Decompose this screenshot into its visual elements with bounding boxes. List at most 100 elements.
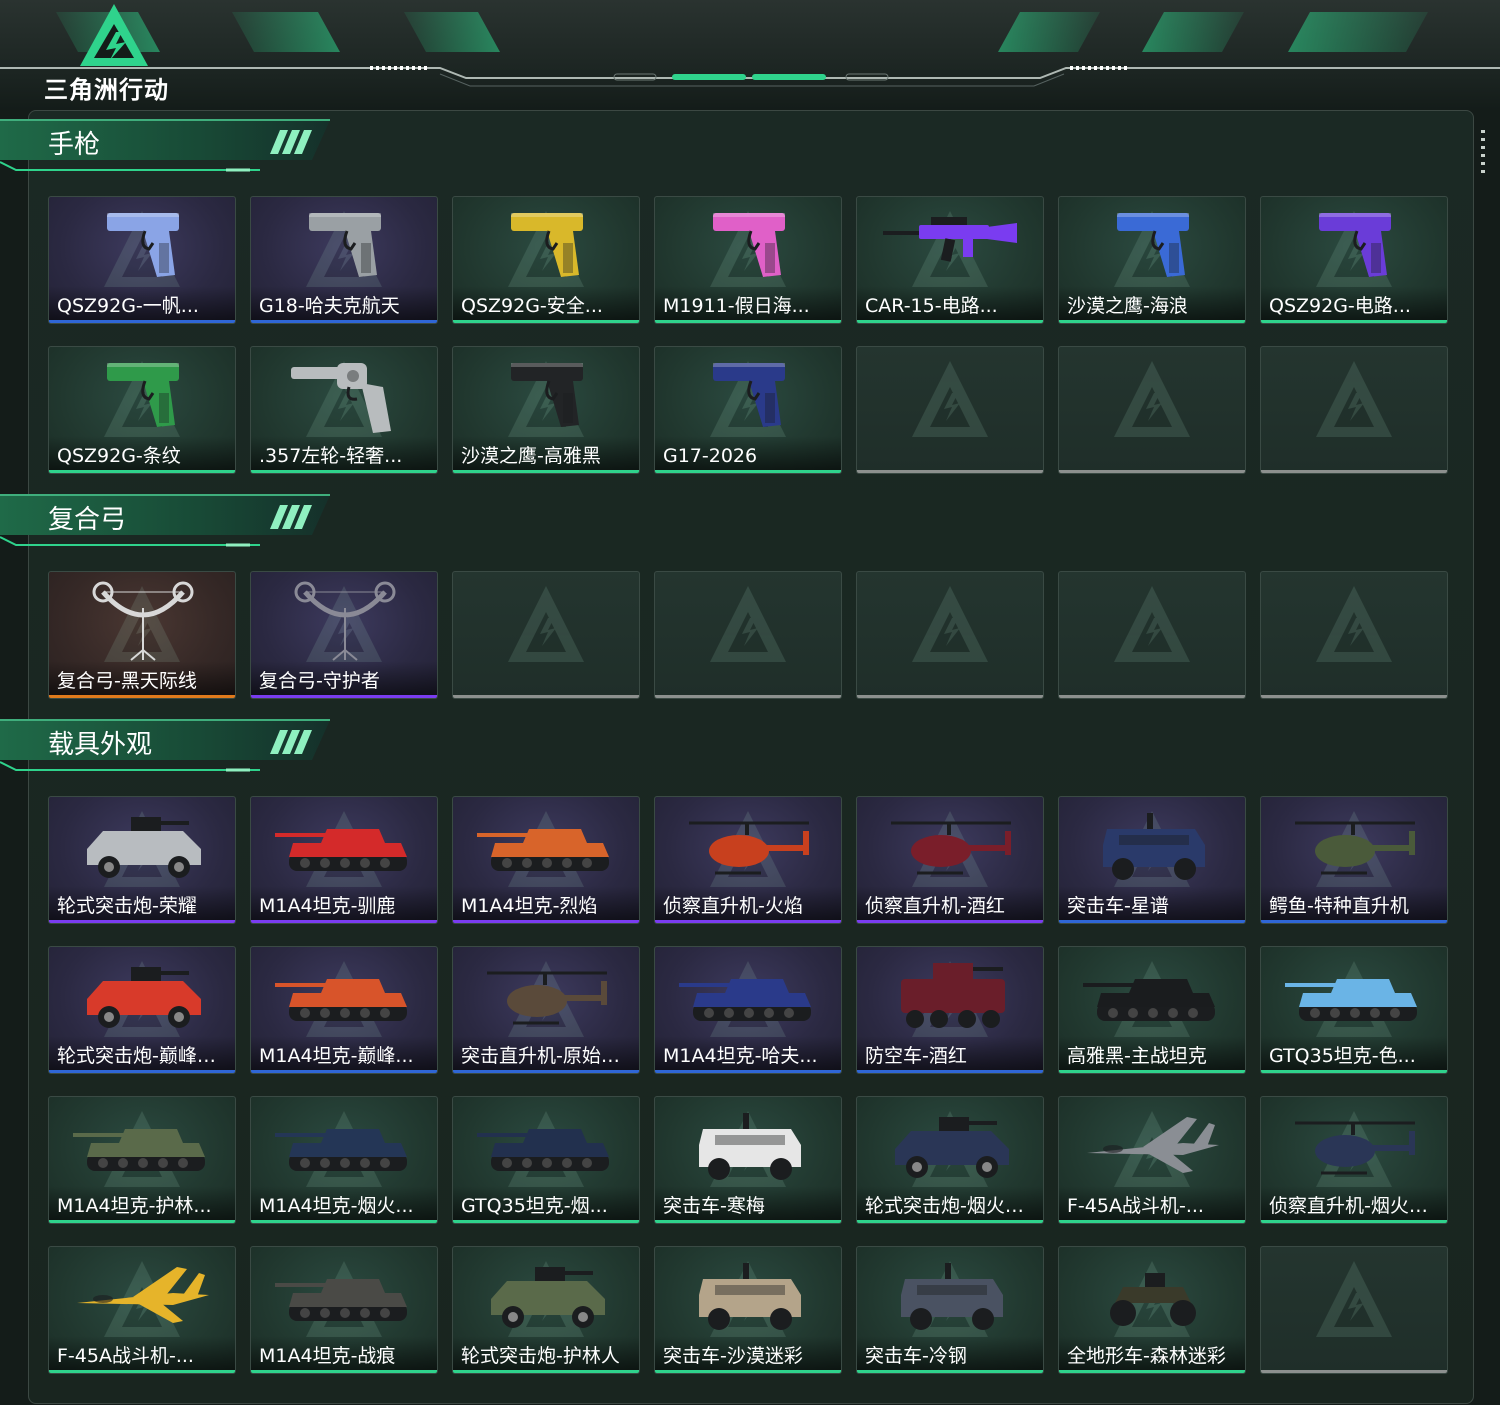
empty-slot[interactable] [1260, 346, 1448, 474]
item-card[interactable]: 复合弓-黑天际线 [48, 571, 236, 699]
empty-slot[interactable] [1058, 346, 1246, 474]
item-name: 突击车-寒梅 [655, 1186, 841, 1220]
item-card[interactable]: 沙漠之鹰-海浪 [1058, 196, 1246, 324]
rarity-bar [1261, 470, 1447, 473]
item-card[interactable]: 突击车-沙漠迷彩 [654, 1246, 842, 1374]
rarity-bar [1059, 320, 1245, 323]
item-name: 轮式突击炮-烟火2... [857, 1186, 1043, 1220]
item-card[interactable]: 防空车-酒红 [856, 946, 1044, 1074]
rarity-bar [1059, 695, 1245, 698]
item-card[interactable]: M1A4坦克-巅峰... [250, 946, 438, 1074]
item-name: 突击直升机-原始伪... [453, 1036, 639, 1070]
item-card[interactable]: 轮式突击炮-烟火2... [856, 1096, 1044, 1224]
pistol-icon [1319, 213, 1391, 277]
rarity-bar [251, 1220, 437, 1223]
item-card[interactable]: 鳄鱼-特种直升机 [1260, 796, 1448, 924]
item-name: 侦察直升机-烟火2... [1261, 1186, 1447, 1220]
item-card[interactable]: G18-哈夫克航天 [250, 196, 438, 324]
item-card[interactable]: CAR-15-电路... [856, 196, 1044, 324]
empty-slot[interactable] [654, 571, 842, 699]
item-card[interactable]: 轮式突击炮-荣耀 [48, 796, 236, 924]
item-name: 高雅黑-主战坦克 [1059, 1036, 1245, 1070]
top-header: 三角洲行动 [0, 0, 1500, 110]
item-name: G17-2026 [655, 436, 841, 470]
item-card[interactable]: 复合弓-守护者 [250, 571, 438, 699]
item-card[interactable]: QSZ92G-安全... [452, 196, 640, 324]
item-card[interactable]: F-45A战斗机-... [48, 1246, 236, 1374]
item-card[interactable]: 高雅黑-主战坦克 [1058, 946, 1246, 1074]
empty-slot[interactable] [1260, 1246, 1448, 1374]
item-card[interactable]: GTQ35坦克-色... [1260, 946, 1448, 1074]
item-name: QSZ92G-安全... [453, 286, 639, 320]
item-name: CAR-15-电路... [857, 286, 1043, 320]
item-card[interactable]: 突击车-冷钢 [856, 1246, 1044, 1374]
item-name: F-45A战斗机-... [49, 1336, 235, 1370]
watermark-logo-icon [1316, 586, 1392, 662]
tank-icon [477, 829, 609, 871]
item-card[interactable]: QSZ92G-一帆... [48, 196, 236, 324]
tank-icon [1083, 979, 1215, 1021]
item-card[interactable]: M1A4坦克-战痕 [250, 1246, 438, 1374]
watermark-logo-icon [912, 361, 988, 437]
pistol-icon [309, 213, 381, 277]
watermark-logo-icon [1316, 1261, 1392, 1337]
item-card[interactable]: 侦察直升机-烟火2... [1260, 1096, 1448, 1224]
rarity-bar [857, 920, 1043, 923]
item-name: QSZ92G-电路... [1261, 286, 1447, 320]
helicopter-icon [1295, 1121, 1415, 1175]
empty-slot[interactable] [1260, 571, 1448, 699]
rarity-bar [453, 1370, 639, 1373]
rarity-bar [453, 1220, 639, 1223]
item-name: M1911-假日海... [655, 286, 841, 320]
item-name: M1A4坦克-战痕 [251, 1336, 437, 1370]
item-card[interactable]: 侦察直升机-酒红 [856, 796, 1044, 924]
item-card[interactable]: M1A4坦克-护林... [48, 1096, 236, 1224]
pistol-icon [511, 363, 583, 427]
item-card[interactable]: QSZ92G-电路... [1260, 196, 1448, 324]
item-card[interactable]: M1A4坦克-烈焰 [452, 796, 640, 924]
scrollbar-handle[interactable] [1481, 130, 1485, 178]
item-card[interactable]: 轮式突击炮-护林人 [452, 1246, 640, 1374]
item-card[interactable]: 全地形车-森林迷彩 [1058, 1246, 1246, 1374]
item-card[interactable]: GTQ35坦克-烟... [452, 1096, 640, 1224]
item-card[interactable]: M1A4坦克-哈夫... [654, 946, 842, 1074]
item-card[interactable]: M1A4坦克-烟火... [250, 1096, 438, 1224]
jet-icon [1087, 1117, 1219, 1173]
rarity-bar [1261, 695, 1447, 698]
item-name: M1A4坦克-巅峰... [251, 1036, 437, 1070]
rarity-bar [857, 695, 1043, 698]
empty-slot[interactable] [452, 571, 640, 699]
item-card[interactable]: 突击车-寒梅 [654, 1096, 842, 1224]
item-card[interactable]: 侦察直升机-火焰 [654, 796, 842, 924]
helicopter-icon [1295, 821, 1415, 875]
item-card[interactable]: 沙漠之鹰-高雅黑 [452, 346, 640, 474]
pistol-icon [107, 363, 179, 427]
item-card[interactable]: 轮式突击炮-巅峰竞... [48, 946, 236, 1074]
item-card[interactable]: .357左轮-轻奢... [250, 346, 438, 474]
section-title: 复合弓 [48, 505, 127, 535]
rarity-bar [1059, 1220, 1245, 1223]
item-card[interactable]: M1A4坦克-驯鹿 [250, 796, 438, 924]
item-card[interactable]: M1911-假日海... [654, 196, 842, 324]
watermark-logo-icon [508, 586, 584, 662]
item-card[interactable]: 突击直升机-原始伪... [452, 946, 640, 1074]
item-card[interactable]: G17-2026 [654, 346, 842, 474]
pistol-icon [511, 213, 583, 277]
rifle-icon [883, 217, 1017, 262]
item-card[interactable]: F-45A战斗机-... [1058, 1096, 1246, 1224]
tank-icon [275, 979, 407, 1021]
item-card[interactable]: QSZ92G-条纹 [48, 346, 236, 474]
bow-icon [92, 581, 194, 661]
item-name: 侦察直升机-酒红 [857, 886, 1043, 920]
rarity-bar [1059, 1370, 1245, 1373]
empty-slot[interactable] [856, 571, 1044, 699]
item-name: 复合弓-黑天际线 [49, 661, 235, 695]
rarity-bar [857, 470, 1043, 473]
rarity-bar [1261, 1220, 1447, 1223]
item-name: QSZ92G-条纹 [49, 436, 235, 470]
empty-slot[interactable] [1058, 571, 1246, 699]
item-name: 防空车-酒红 [857, 1036, 1043, 1070]
empty-slot[interactable] [856, 346, 1044, 474]
tank-icon [679, 979, 811, 1021]
item-card[interactable]: 突击车-星谱 [1058, 796, 1246, 924]
